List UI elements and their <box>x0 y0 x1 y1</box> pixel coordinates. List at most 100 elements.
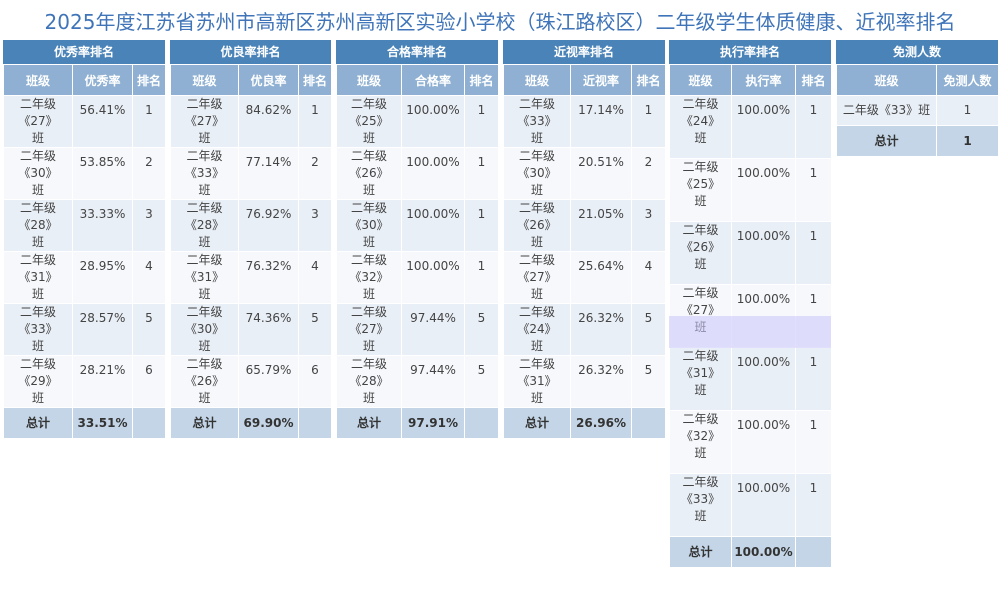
column-header-rank[interactable]: 排名 <box>795 64 832 96</box>
panel-excellent-rate: 优秀率排名 班级 优秀率 排名 二年级《27》班 56.41% 1 二年级《30… <box>3 40 166 439</box>
total-value: 26.96% <box>570 407 632 439</box>
ranking-table: 班级 优秀率 排名 二年级《27》班 56.41% 1 二年级《30》班 53.… <box>3 64 166 439</box>
rate-cell: 26.32% <box>570 303 632 356</box>
column-header-class[interactable]: 班级 <box>336 64 402 96</box>
class-cell: 二年级《32》班 <box>336 251 402 304</box>
total-row: 总计 33.51% <box>3 407 166 439</box>
total-rank <box>631 407 666 439</box>
class-cell: 二年级《27》班 <box>170 95 239 148</box>
total-label: 总计 <box>836 125 937 157</box>
rank-cell: 1 <box>795 473 832 537</box>
rate-cell: 56.41% <box>72 95 133 148</box>
class-cell: 二年级《30》班 <box>503 147 571 200</box>
class-cell: 二年级《30》班 <box>3 147 73 200</box>
table-row: 二年级《33》班 1 <box>836 95 999 126</box>
rate-cell: 76.32% <box>238 251 299 304</box>
panel-title: 优秀率排名 <box>3 40 165 64</box>
table-row: 二年级《26》班 100.00% 1 <box>336 147 499 200</box>
panel-title: 执行率排名 <box>669 40 831 64</box>
column-header-class[interactable]: 班级 <box>836 64 937 96</box>
class-cell: 二年级《33》班 <box>836 95 937 126</box>
column-header-class[interactable]: 班级 <box>669 64 732 96</box>
column-header-count[interactable]: 免测人数 <box>936 64 999 96</box>
total-label: 总计 <box>170 407 239 439</box>
rank-cell: 1 <box>795 95 832 159</box>
total-row: 总计 26.96% <box>503 407 666 439</box>
total-row: 总计 69.90% <box>170 407 332 439</box>
table-row: 二年级《27》班 56.41% 1 <box>3 95 166 148</box>
class-cell: 二年级《28》班 <box>3 199 73 252</box>
rate-cell: 17.14% <box>570 95 632 148</box>
table-row: 二年级《33》班 28.57% 5 <box>3 303 166 356</box>
rate-cell: 97.44% <box>401 303 465 356</box>
table-row: 二年级《28》班 33.33% 3 <box>3 199 166 252</box>
class-cell: 二年级《31》班 <box>669 347 732 411</box>
class-cell: 二年级《32》班 <box>669 410 732 474</box>
rate-cell: 28.21% <box>72 355 133 408</box>
panel-exempt-count: 免测人数 班级 免测人数 二年级《33》班 1 总计 1 <box>836 40 999 157</box>
class-cell: 二年级《28》班 <box>336 355 402 408</box>
rate-cell: 76.92% <box>238 199 299 252</box>
rank-cell: 4 <box>631 251 666 304</box>
rate-cell: 100.00% <box>731 410 796 474</box>
column-header-rank[interactable]: 排名 <box>132 64 166 96</box>
rank-cell: 2 <box>631 147 666 200</box>
rate-cell: 20.51% <box>570 147 632 200</box>
page-title: 2025年度江苏省苏州市高新区苏州高新区实验小学校（珠江路校区）二年级学生体质健… <box>44 10 956 34</box>
column-header-class[interactable]: 班级 <box>170 64 239 96</box>
table-row: 二年级《28》班 76.92% 3 <box>170 199 332 252</box>
rank-cell: 1 <box>795 221 832 285</box>
column-header-class[interactable]: 班级 <box>503 64 571 96</box>
rate-cell: 100.00% <box>401 95 465 148</box>
column-header-rate[interactable]: 优良率 <box>238 64 299 96</box>
total-value: 33.51% <box>72 407 133 439</box>
table-row: 二年级《24》班 100.00% 1 <box>669 95 832 159</box>
rate-cell: 53.85% <box>72 147 133 200</box>
rank-cell: 5 <box>464 355 499 408</box>
rate-cell: 74.36% <box>238 303 299 356</box>
class-cell: 二年级《30》班 <box>336 199 402 252</box>
rate-cell: 100.00% <box>731 473 796 537</box>
column-header-rank[interactable]: 排名 <box>631 64 666 96</box>
column-header-class[interactable]: 班级 <box>3 64 73 96</box>
rank-cell: 5 <box>631 303 666 356</box>
rate-cell: 100.00% <box>731 347 796 411</box>
rank-cell: 1 <box>298 95 332 148</box>
rank-cell: 3 <box>132 199 166 252</box>
rate-cell: 65.79% <box>238 355 299 408</box>
total-rank <box>298 407 332 439</box>
rate-cell: 100.00% <box>731 158 796 222</box>
rank-cell: 1 <box>795 284 832 348</box>
rank-cell: 4 <box>132 251 166 304</box>
table-row: 二年级《33》班 77.14% 2 <box>170 147 332 200</box>
ranking-table: 班级 合格率 排名 二年级《25》班 100.00% 1 二年级《26》班 10… <box>336 64 499 439</box>
class-cell: 二年级《25》班 <box>336 95 402 148</box>
total-row: 总计 1 <box>836 125 999 157</box>
panel-good-rate: 优良率排名 班级 优良率 排名 二年级《27》班 84.62% 1 二年级《33… <box>170 40 332 439</box>
column-header-rate[interactable]: 执行率 <box>731 64 796 96</box>
rank-cell: 5 <box>464 303 499 356</box>
panel-title: 合格率排名 <box>336 40 498 64</box>
rank-cell: 2 <box>132 147 166 200</box>
table-row: 二年级《24》班 26.32% 5 <box>503 303 666 356</box>
class-cell: 二年级《27》班 <box>669 284 732 348</box>
total-value: 97.91% <box>401 407 465 439</box>
class-cell: 二年级《28》班 <box>170 199 239 252</box>
rank-cell: 2 <box>298 147 332 200</box>
class-cell: 二年级《30》班 <box>170 303 239 356</box>
table-row: 二年级《30》班 74.36% 5 <box>170 303 332 356</box>
column-header-rank[interactable]: 排名 <box>464 64 499 96</box>
total-value: 1 <box>936 125 999 157</box>
column-header-rate[interactable]: 优秀率 <box>72 64 133 96</box>
rate-cell: 100.00% <box>401 147 465 200</box>
column-header-rate[interactable]: 近视率 <box>570 64 632 96</box>
class-cell: 二年级《27》班 <box>336 303 402 356</box>
total-value: 100.00% <box>731 536 796 568</box>
total-label: 总计 <box>3 407 73 439</box>
table-row: 二年级《26》班 65.79% 6 <box>170 355 332 408</box>
class-cell: 二年级《33》班 <box>669 473 732 537</box>
column-header-rank[interactable]: 排名 <box>298 64 332 96</box>
column-header-rate[interactable]: 合格率 <box>401 64 465 96</box>
table-row: 二年级《30》班 20.51% 2 <box>503 147 666 200</box>
class-cell: 二年级《33》班 <box>3 303 73 356</box>
